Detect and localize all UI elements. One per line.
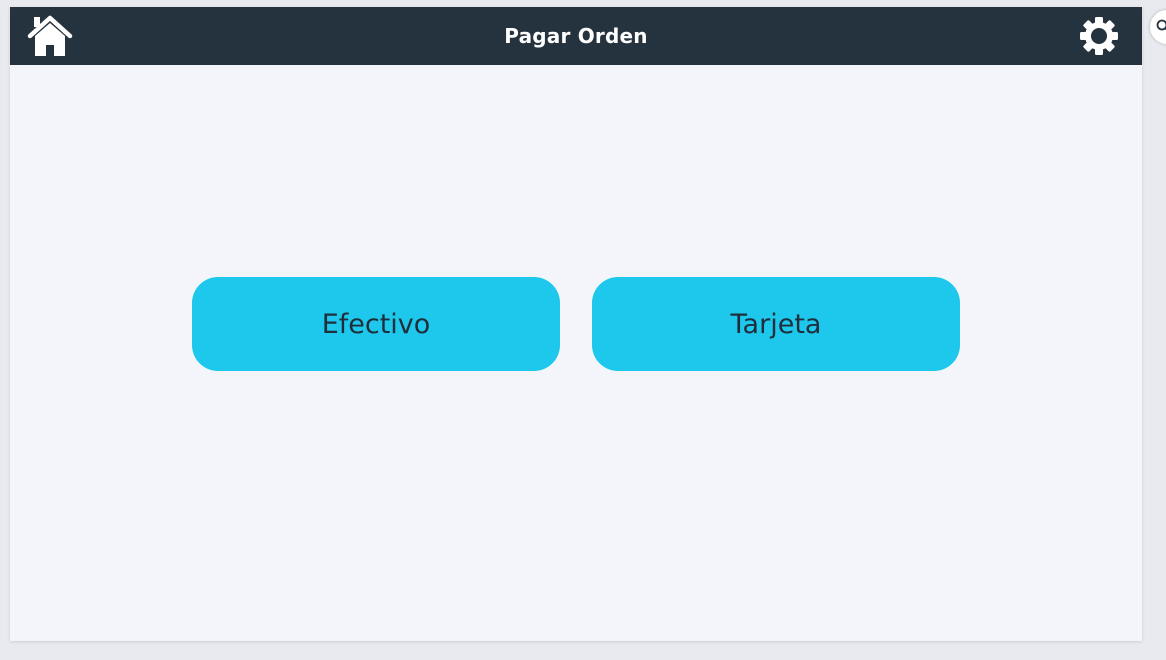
gear-icon xyxy=(1080,17,1118,55)
app-window: Pagar Orden Efectivo Tarjeta xyxy=(10,7,1142,641)
top-bar: Pagar Orden xyxy=(10,7,1142,65)
page-title: Pagar Orden xyxy=(504,24,648,48)
payment-options: Efectivo Tarjeta xyxy=(192,277,960,371)
search-icon xyxy=(1156,19,1166,31)
settings-button[interactable] xyxy=(1078,16,1120,56)
card-button[interactable]: Tarjeta xyxy=(592,277,960,371)
cash-button[interactable]: Efectivo xyxy=(192,277,560,371)
floating-search-button[interactable] xyxy=(1150,10,1166,44)
